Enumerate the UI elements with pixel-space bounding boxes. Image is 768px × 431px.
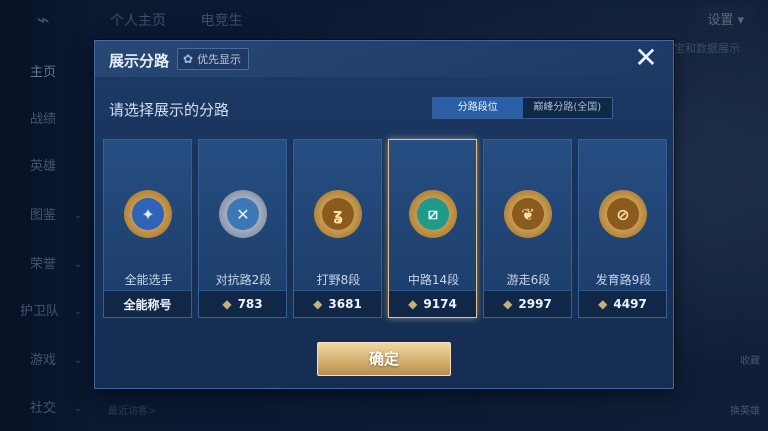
lane-cards: ✦ 全能选手 全能称号 ✕ 对抗路2段 ◆ 783 ʓ 打野8段 ◆ 3681 …	[103, 139, 667, 319]
gear-icon: ✿	[183, 52, 194, 66]
tab-peak-lane-national[interactable]: 巅峰分路(全国)	[522, 98, 612, 118]
lane-card-mid[interactable]: ⧄ 中路14段 ◆ 9174	[388, 139, 477, 318]
card-footer: 全能称号	[104, 290, 191, 317]
mid-lane-badge-icon: ⧄	[409, 190, 457, 238]
lane-card-roam[interactable]: ❦ 游走6段 ◆ 2997	[483, 139, 572, 318]
selection-prompt: 请选择展示的分路	[109, 101, 230, 119]
lane-card-clash[interactable]: ✕ 对抗路2段 ◆ 783	[198, 139, 287, 318]
card-name: 中路14段	[407, 273, 460, 287]
clash-lane-badge-icon: ✕	[219, 190, 267, 238]
rank-star-icon: ◆	[408, 297, 418, 311]
card-name: 发育路9段	[595, 273, 652, 287]
priority-display-button[interactable]: ✿ 优先显示	[177, 48, 250, 70]
card-name: 打野8段	[316, 273, 361, 287]
card-value: 9174	[423, 297, 457, 311]
card-value: 4497	[613, 297, 647, 311]
jungle-badge-icon: ʓ	[314, 190, 362, 238]
close-icon[interactable]: ✕	[631, 43, 661, 73]
card-value: 3681	[328, 297, 362, 311]
card-footer: ◆ 783	[199, 290, 286, 317]
modal-title: 展示分路	[109, 52, 170, 70]
card-footer: ◆ 4497	[579, 290, 666, 317]
card-name: 全能选手	[124, 273, 173, 287]
all-round-badge-icon: ✦	[124, 190, 172, 238]
card-footer: ◆ 9174	[389, 290, 476, 317]
rank-star-icon: ◆	[503, 297, 513, 311]
lane-card-all-round[interactable]: ✦ 全能选手 全能称号	[103, 139, 192, 318]
tab-lane-rank[interactable]: 分路段位	[433, 98, 523, 118]
card-value: 783	[237, 297, 263, 311]
rank-star-icon: ◆	[598, 297, 608, 311]
confirm-button[interactable]: 确定	[317, 342, 451, 376]
card-footer: ◆ 2997	[484, 290, 571, 317]
card-value: 2997	[518, 297, 552, 311]
card-name: 游走6段	[506, 273, 551, 287]
priority-label: 优先显示	[197, 53, 242, 66]
card-value: 全能称号	[123, 297, 172, 312]
rank-star-icon: ◆	[222, 297, 232, 311]
lane-card-jungle[interactable]: ʓ 打野8段 ◆ 3681	[293, 139, 382, 318]
lane-card-farm[interactable]: ⊘ 发育路9段 ◆ 4497	[578, 139, 667, 318]
card-name: 对抗路2段	[215, 273, 272, 287]
lane-display-modal: 展示分路 ✿ 优先显示 ✕ 请选择展示的分路 分路段位 巅峰分路(全国) ✦ 全…	[94, 40, 674, 389]
card-footer: ◆ 3681	[294, 290, 381, 317]
farm-lane-badge-icon: ⊘	[599, 190, 647, 238]
rank-star-icon: ◆	[313, 297, 323, 311]
roam-badge-icon: ❦	[504, 190, 552, 238]
lane-type-toggle: 分路段位 巅峰分路(全国)	[432, 97, 613, 119]
